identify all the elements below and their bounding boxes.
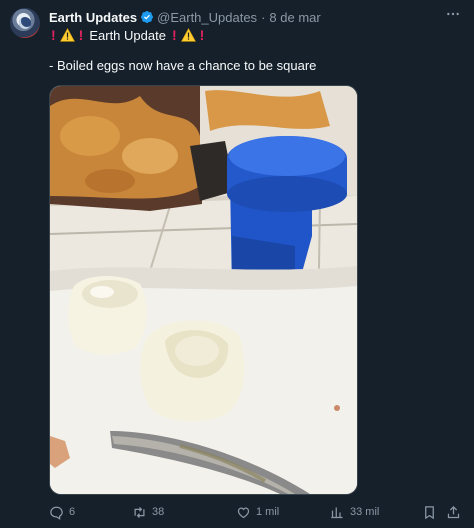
like-icon: [237, 506, 250, 518]
views-count: 33 mil: [350, 506, 380, 518]
tweet-date[interactable]: 8 de mar: [269, 10, 320, 25]
warning-icon: [59, 28, 75, 42]
author-name[interactable]: Earth Updates: [49, 10, 137, 25]
like-button[interactable]: 1 mil: [236, 503, 279, 521]
red-exclamation-icon: !: [51, 27, 56, 43]
repost-button[interactable]: 38: [132, 503, 164, 521]
views-button[interactable]: 33 mil: [330, 503, 379, 521]
red-exclamation-icon: !: [78, 27, 84, 43]
share-icon: [447, 505, 460, 518]
bookmark-icon: [425, 505, 434, 519]
repost-count: 38: [152, 506, 165, 518]
repost-icon: [134, 506, 145, 518]
bookmark-button[interactable]: [422, 503, 437, 521]
red-exclamation-icon: !: [171, 27, 177, 43]
warning-icon: [180, 28, 196, 42]
like-count: 1 mil: [256, 506, 280, 518]
more-options-icon[interactable]: [440, 4, 466, 24]
red-exclamation-icon: !: [199, 27, 205, 43]
photo-square-eggs: [50, 86, 357, 494]
author-handle[interactable]: @Earth_Updates: [157, 10, 257, 25]
reply-count: 6: [69, 506, 76, 518]
avatar[interactable]: [10, 8, 40, 38]
share-button[interactable]: [446, 503, 461, 521]
action-bar: 6 38 1 mil 33 mil: [49, 503, 461, 521]
tweet-header: Earth Updates @Earth_Updates · 8 de mar: [49, 8, 321, 26]
tweet[interactable]: Earth Updates @Earth_Updates · 8 de mar …: [0, 0, 474, 528]
tweet-headline: ! ! Earth Update ! !: [49, 26, 206, 44]
tweet-photo[interactable]: [49, 85, 358, 495]
reply-button[interactable]: 6: [49, 503, 75, 521]
views-icon: [331, 507, 343, 518]
tweet-body: - Boiled eggs now have a chance to be sq…: [49, 58, 317, 73]
verified-badge-icon: [140, 10, 154, 24]
reply-icon: [50, 506, 63, 520]
headline-title: Earth Update: [89, 27, 166, 43]
separator-dot: ·: [261, 9, 266, 25]
